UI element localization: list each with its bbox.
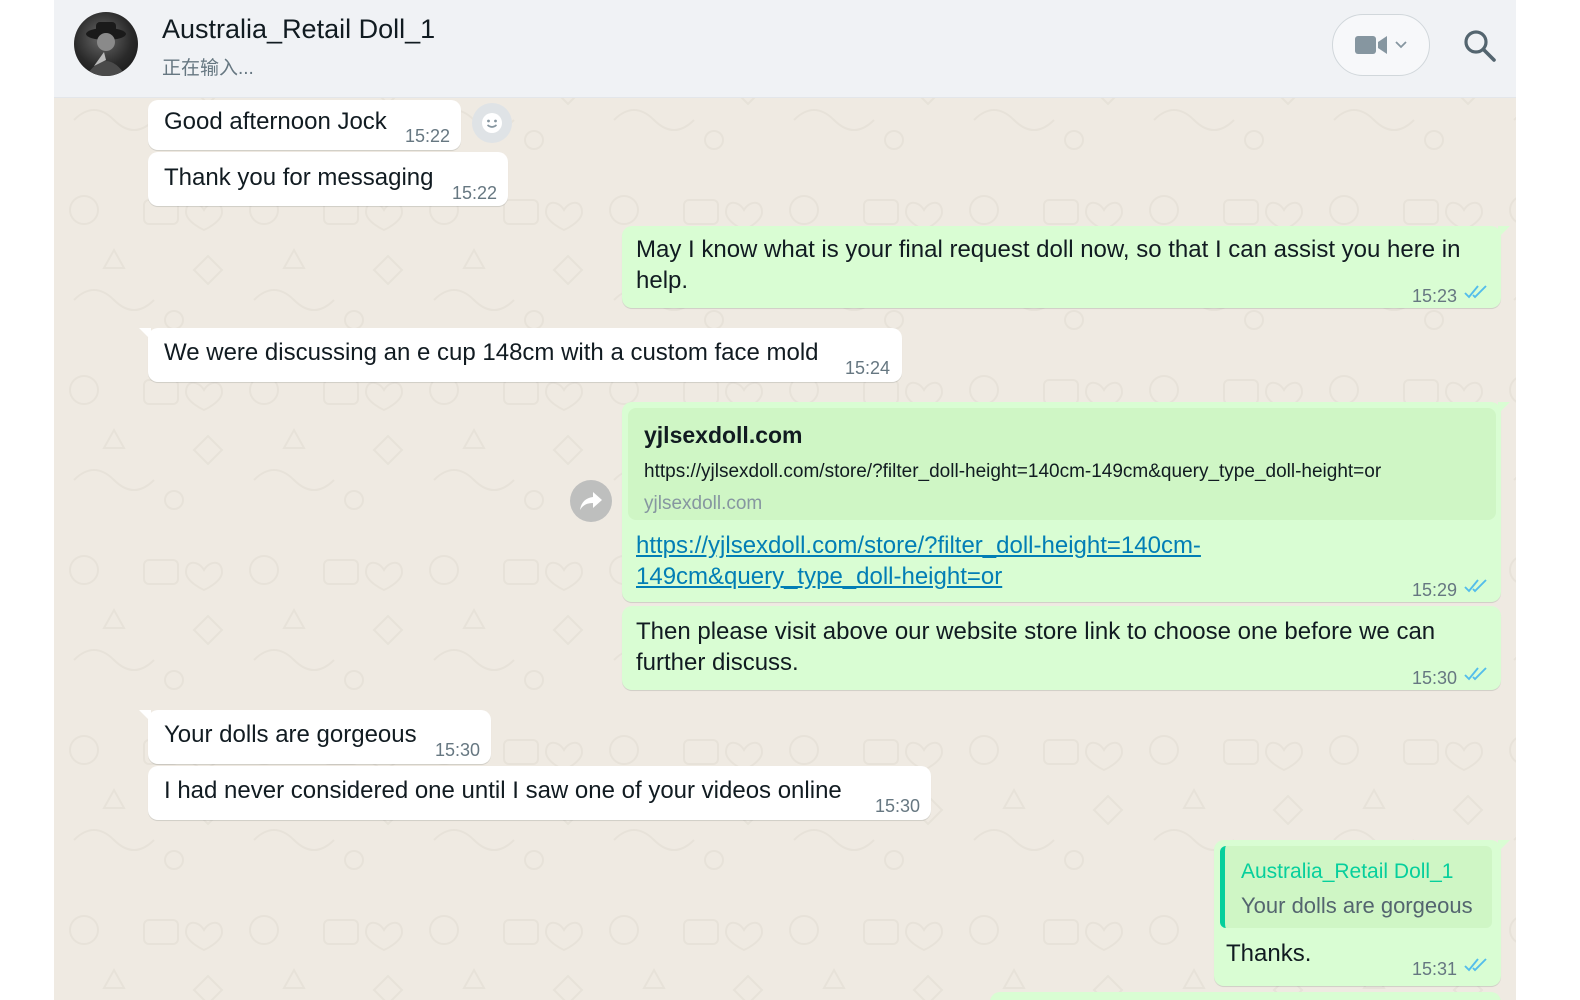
message-outgoing[interactable]: May I know what is your final request do…: [622, 226, 1510, 308]
message-outgoing-link[interactable]: yjlsexdoll.com https://yjlsexdoll.com/st…: [622, 402, 1510, 602]
bubble-tail: [1498, 840, 1510, 852]
chat-window: Australia_Retail Doll_1 正在输入... Good aft…: [54, 0, 1516, 1000]
double-check-read-icon: [1464, 667, 1487, 681]
video-camera-icon: [1355, 36, 1387, 54]
quoted-author: Australia_Retail Doll_1: [1241, 860, 1454, 883]
forward-button[interactable]: [570, 480, 612, 522]
message-text-line: Then please visit above our website stor…: [636, 618, 1436, 645]
double-check-read-icon: [1464, 958, 1487, 972]
typing-status: 正在输入...: [162, 58, 254, 79]
message-link[interactable]: 149cm&query_type_doll-height=or: [636, 561, 1002, 592]
message-incoming[interactable]: We were discussing an e cup 148cm with a…: [139, 328, 902, 382]
quoted-text: Your dolls are gorgeous: [1241, 893, 1473, 918]
avatar-photo: [86, 22, 126, 76]
message-text: Your dolls are gorgeous: [164, 721, 417, 748]
message-incoming[interactable]: Your dolls are gorgeous 15:30: [139, 710, 491, 764]
contact-avatar[interactable]: [74, 12, 138, 76]
double-check-read-icon: [1464, 285, 1487, 299]
link-preview-title: yjlsexdoll.com: [644, 422, 803, 448]
message-time: 15:30: [435, 740, 481, 760]
message-text: Good afternoon Jock: [164, 108, 387, 135]
message-time: 15:29: [1412, 580, 1458, 600]
bubble-tail: [1498, 226, 1510, 238]
message-link[interactable]: https://yjlsexdoll.com/store/?filter_dol…: [636, 530, 1201, 561]
bubble-tail: [1498, 402, 1510, 414]
message-outgoing-partial: [990, 992, 1501, 1000]
contact-name[interactable]: Australia_Retail Doll_1: [162, 14, 435, 45]
quoted-message[interactable]: Australia_Retail Doll_1 Your dolls are g…: [1220, 846, 1492, 928]
message-text: Thanks.: [1226, 940, 1312, 967]
message-incoming[interactable]: I had never considered one until I saw o…: [148, 766, 931, 820]
forward-arrow-icon: [580, 492, 602, 510]
message-text: We were discussing an e cup 148cm with a…: [164, 339, 819, 366]
chat-header: Australia_Retail Doll_1 正在输入...: [54, 0, 1516, 98]
video-call-button[interactable]: [1332, 14, 1430, 76]
message-incoming[interactable]: Good afternoon Jock 15:22: [148, 100, 461, 150]
message-text-line: May I know what is your final request do…: [636, 236, 1461, 263]
smiley-icon: [482, 113, 502, 133]
message-outgoing-reply[interactable]: Australia_Retail Doll_1 Your dolls are g…: [1214, 840, 1510, 986]
react-button[interactable]: [472, 103, 512, 143]
message-time: 15:30: [875, 796, 921, 816]
message-text-line: help.: [636, 267, 689, 294]
double-check-read-icon: [1464, 579, 1487, 593]
message-time: 15:30: [1412, 668, 1458, 688]
message-text: I had never considered one until I saw o…: [164, 777, 842, 804]
search-button[interactable]: [1462, 28, 1498, 64]
bubble-tail: [139, 710, 151, 722]
link-preview-domain: yjlsexdoll.com: [644, 493, 763, 514]
message-time: 15:24: [845, 358, 891, 378]
message-text: Thank you for messaging: [164, 164, 434, 191]
message-outgoing[interactable]: Then please visit above our website stor…: [622, 606, 1501, 690]
message-time: 15:22: [452, 183, 498, 203]
chevron-down-icon: [1395, 41, 1407, 49]
message-incoming[interactable]: Thank you for messaging 15:22: [148, 152, 508, 206]
message-time: 15:23: [1412, 286, 1458, 306]
link-preview-url: https://yjlsexdoll.com/store/?filter_dol…: [644, 461, 1382, 482]
message-time: 15:31: [1412, 959, 1458, 979]
message-time: 15:22: [405, 126, 451, 146]
bubble-tail: [139, 328, 151, 340]
search-icon: [1464, 30, 1496, 62]
link-preview-card[interactable]: yjlsexdoll.com https://yjlsexdoll.com/st…: [628, 408, 1496, 520]
message-text-line: further discuss.: [636, 649, 799, 676]
